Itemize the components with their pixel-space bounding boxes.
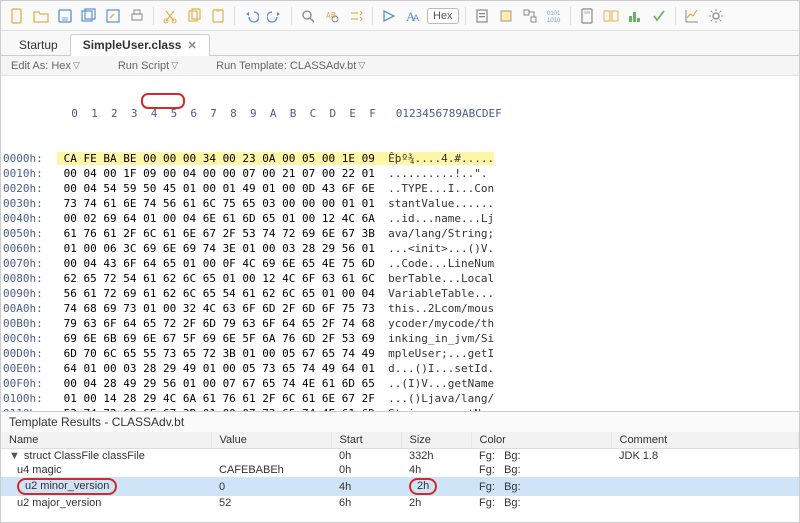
expand-icon[interactable]: ▼ <box>9 450 20 462</box>
toolbar-separator <box>570 7 571 25</box>
bookmark-icon[interactable] <box>472 6 492 26</box>
hex-row[interactable]: 0050h: 61 76 61 2F 6C 61 6E 67 2F 53 74 … <box>3 226 799 241</box>
save-icon[interactable] <box>55 6 75 26</box>
hex-row[interactable]: 00A0h: 74 68 69 73 01 00 32 4C 63 6F 6D … <box>3 301 799 316</box>
chevron-down-icon: ▽ <box>358 60 365 71</box>
hex-row[interactable]: 0060h: 01 00 06 3C 69 6E 69 74 3E 01 00 … <box>3 241 799 256</box>
table-row[interactable]: u2 minor_version 0 4h 2h Fg: Bg: <box>1 477 799 496</box>
chevron-down-icon: ▽ <box>171 60 178 71</box>
col-name[interactable]: Name <box>1 432 211 449</box>
hex-row[interactable]: 0110h: 53 74 72 69 6E 67 3B 01 00 07 73 … <box>3 406 799 411</box>
hex-row[interactable]: 00C0h: 69 6E 6B 69 6E 67 5F 69 6E 5F 6A … <box>3 331 799 346</box>
toolbar-separator <box>372 7 373 25</box>
cut-icon[interactable] <box>160 6 180 26</box>
svg-text:0101: 0101 <box>547 11 561 17</box>
svg-text:A: A <box>413 13 419 23</box>
hex-editor[interactable]: 0 1 2 3 4 5 6 7 8 9 A B C D E F 01234567… <box>1 76 799 411</box>
sub-toolbar: Edit As: Hex ▽ Run Script ▽ Run Template… <box>1 56 799 76</box>
hex-column-header: 0 1 2 3 4 5 6 7 8 9 A B C D E F 01234567… <box>3 106 799 121</box>
toolbar-separator <box>234 7 235 25</box>
font-icon[interactable]: AA <box>403 6 423 26</box>
table-row[interactable]: u2 major_version 52 6h 2h Fg: Bg: <box>1 496 799 510</box>
structure-icon[interactable] <box>520 6 540 26</box>
settings-icon[interactable] <box>706 6 726 26</box>
tab-bar: Startup SimpleUser.class ✕ <box>1 31 799 56</box>
run-template-dropdown[interactable]: Run Template: CLASSAdv.bt ▽ <box>216 60 365 72</box>
close-icon[interactable]: ✕ <box>187 39 196 52</box>
table-row[interactable]: u4 magic CAFEBABEh 0h 4h Fg: Bg: <box>1 463 799 477</box>
toolbar-separator <box>465 7 466 25</box>
calculator-icon[interactable] <box>577 6 597 26</box>
table-row[interactable]: ▼struct ClassFile classFile 0h 332h Fg: … <box>1 449 799 464</box>
hex-mode-button[interactable]: Hex <box>427 8 459 24</box>
col-size[interactable]: Size <box>401 432 471 449</box>
chart-icon[interactable] <box>682 6 702 26</box>
hex-row[interactable]: 00D0h: 6D 70 6C 65 55 73 65 72 3B 01 00 … <box>3 346 799 361</box>
find-hex-icon[interactable]: AB <box>322 6 342 26</box>
checksum-icon[interactable] <box>649 6 669 26</box>
undo-icon[interactable] <box>241 6 261 26</box>
svg-text:1010: 1010 <box>547 18 561 24</box>
hex-row[interactable]: 0010h: 00 04 00 1F 09 00 04 00 00 07 00 … <box>3 166 799 181</box>
compare-icon[interactable] <box>601 6 621 26</box>
tab-startup[interactable]: Startup <box>7 35 70 55</box>
template-results-table: Name Value Start Size Color Comment ▼ str… <box>1 432 799 510</box>
paste-icon[interactable] <box>208 6 228 26</box>
hex-row[interactable]: 0100h: 01 00 14 28 29 4C 6A 61 76 61 2F … <box>3 391 799 406</box>
hex-row[interactable]: 0020h: 00 04 54 59 50 45 01 00 01 49 01 … <box>3 181 799 196</box>
hex-row[interactable]: 00F0h: 00 04 28 49 29 56 01 00 07 67 65 … <box>3 376 799 391</box>
find-icon[interactable] <box>298 6 318 26</box>
toolbar-separator <box>675 7 676 25</box>
svg-text:AB: AB <box>326 11 336 20</box>
toolbar-separator <box>153 7 154 25</box>
histogram-icon[interactable] <box>625 6 645 26</box>
hex-row[interactable]: 00E0h: 64 01 00 03 28 29 49 01 00 05 73 … <box>3 361 799 376</box>
print-icon[interactable] <box>127 6 147 26</box>
tab-file[interactable]: SimpleUser.class ✕ <box>70 34 210 56</box>
highlight-icon[interactable] <box>496 6 516 26</box>
col-start[interactable]: Start <box>331 432 401 449</box>
redo-icon[interactable] <box>265 6 285 26</box>
hex-row[interactable]: 00B0h: 79 63 6F 64 65 72 2F 6D 79 63 6F … <box>3 316 799 331</box>
save-all-icon[interactable] <box>79 6 99 26</box>
main-toolbar: AB AA Hex 01011010 <box>1 1 799 31</box>
goto-icon[interactable] <box>379 6 399 26</box>
hex-row[interactable]: 0030h: 73 74 61 6E 74 56 61 6C 75 65 03 … <box>3 196 799 211</box>
toolbar-separator <box>291 7 292 25</box>
highlighted-field-size: 2h <box>409 478 437 495</box>
replace-icon[interactable] <box>346 6 366 26</box>
edit-as-dropdown[interactable]: Edit As: Hex ▽ <box>11 60 80 72</box>
col-comment[interactable]: Comment <box>611 432 799 449</box>
hex-row[interactable]: 0000h: CA FE BA BE 00 00 00 34 00 23 0A … <box>3 151 799 166</box>
run-script-dropdown[interactable]: Run Script ▽ <box>118 60 178 72</box>
table-header-row: Name Value Start Size Color Comment <box>1 432 799 449</box>
hex-row[interactable]: 0040h: 00 02 69 64 01 00 04 6E 61 6D 65 … <box>3 211 799 226</box>
col-color[interactable]: Color <box>471 432 611 449</box>
binary-icon[interactable]: 01011010 <box>544 6 564 26</box>
open-icon[interactable] <box>31 6 51 26</box>
chevron-down-icon: ▽ <box>73 60 80 71</box>
new-icon[interactable] <box>7 6 27 26</box>
save-as-icon[interactable] <box>103 6 123 26</box>
copy-icon[interactable] <box>184 6 204 26</box>
classfile-name: struct ClassFile classFile <box>24 450 145 462</box>
hex-row[interactable]: 0070h: 00 04 43 6F 64 65 01 00 0F 4C 69 … <box>3 256 799 271</box>
col-value[interactable]: Value <box>211 432 331 449</box>
template-results-title: Template Results - CLASSAdv.bt <box>1 411 799 432</box>
highlighted-field-name: u2 minor_version <box>17 478 117 495</box>
hex-row[interactable]: 0090h: 56 61 72 69 61 62 6C 65 54 61 62 … <box>3 286 799 301</box>
tab-file-label: SimpleUser.class <box>83 38 182 52</box>
hex-row[interactable]: 0080h: 62 65 72 54 61 62 6C 65 01 00 12 … <box>3 271 799 286</box>
